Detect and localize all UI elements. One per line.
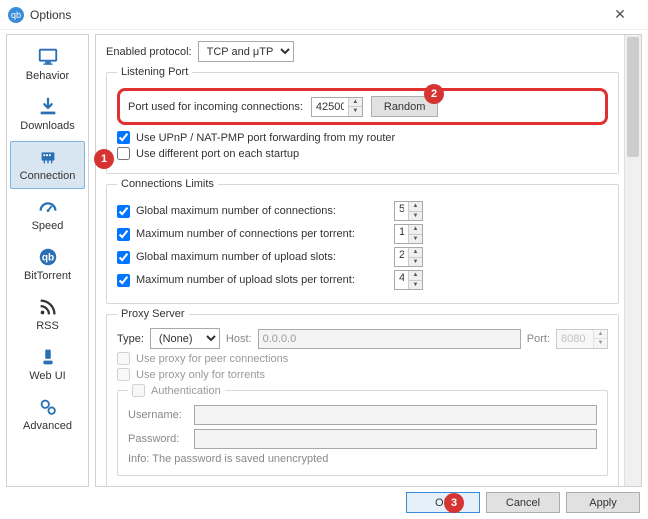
limit-row: Maximum number of upload slots per torre… (117, 270, 608, 290)
limits-legend: Connections Limits (117, 178, 218, 190)
app-logo-icon: qb (8, 7, 24, 23)
scrollbar[interactable] (624, 35, 641, 486)
enabled-protocol-label: Enabled protocol: (106, 46, 192, 58)
rss-icon (35, 296, 61, 318)
sidebar-item-connection[interactable]: Connection (10, 141, 85, 189)
limit3-checkbox[interactable] (117, 251, 130, 264)
password-input[interactable] (194, 429, 597, 449)
dialog-footer: OK Cancel Apply (406, 492, 640, 513)
diffport-checkbox[interactable] (117, 147, 130, 160)
sidebar: Behavior Downloads Connection Speed qb B… (6, 34, 89, 487)
sidebar-label: Speed (32, 220, 64, 232)
proxy-group: Proxy Server Type: (None) Host: Port: ▲▼… (106, 308, 619, 487)
proxy-host-input[interactable] (258, 329, 521, 349)
limit-row: Global maximum number of connections:▲▼ (117, 201, 608, 221)
sidebar-item-bittorrent[interactable]: qb BitTorrent (10, 241, 85, 289)
limit2-spinner[interactable]: ▲▼ (394, 224, 423, 244)
enabled-protocol-select[interactable]: TCP and μTP (198, 41, 294, 62)
sidebar-label: Downloads (20, 120, 74, 132)
listening-port-legend: Listening Port (117, 66, 192, 78)
sidebar-item-downloads[interactable]: Downloads (10, 91, 85, 139)
proxy-peer-checkbox (117, 352, 130, 365)
titlebar: qb Options ✕ (0, 0, 648, 30)
upnp-checkbox[interactable] (117, 131, 130, 144)
proxy-port-label: Port: (527, 333, 550, 345)
spin-up-icon[interactable]: ▲ (349, 98, 362, 108)
proxy-port-spinner[interactable]: ▲▼ (556, 329, 608, 349)
spin-down-icon[interactable]: ▼ (349, 107, 362, 116)
connection-limits-group: Connections Limits Global maximum number… (106, 178, 619, 304)
sidebar-label: BitTorrent (24, 270, 71, 282)
limit3-spinner[interactable]: ▲▼ (394, 247, 423, 267)
svg-text:qb: qb (41, 253, 53, 264)
limit1-spinner[interactable]: ▲▼ (394, 201, 423, 221)
sidebar-item-rss[interactable]: RSS (10, 291, 85, 339)
sidebar-label: RSS (36, 320, 59, 332)
diffport-checkbox-row[interactable]: Use different port on each startup (117, 147, 608, 160)
sidebar-item-speed[interactable]: Speed (10, 191, 85, 239)
download-icon (35, 96, 61, 118)
monitor-icon (35, 46, 61, 68)
window-title: Options (30, 8, 600, 22)
sidebar-item-webui[interactable]: Web UI (10, 341, 85, 389)
close-button[interactable]: ✕ (600, 6, 640, 23)
limit2-checkbox[interactable] (117, 228, 130, 241)
upnp-checkbox-row[interactable]: Use UPnP / NAT-PMP port forwarding from … (117, 131, 608, 144)
gauge-icon (35, 196, 61, 218)
username-input[interactable] (194, 405, 597, 425)
limit1-checkbox[interactable] (117, 205, 130, 218)
port-input[interactable] (312, 98, 348, 116)
annotation-badge-1: 1 (94, 149, 114, 169)
proxy-host-label: Host: (226, 333, 252, 345)
sidebar-item-behavior[interactable]: Behavior (10, 41, 85, 89)
sidebar-label: Behavior (26, 70, 69, 82)
username-label: Username: (128, 409, 188, 421)
port-label: Port used for incoming connections: (128, 101, 303, 113)
bittorrent-icon: qb (35, 246, 61, 268)
proxy-torrent-row: Use proxy only for torrents (117, 368, 608, 381)
gears-icon (35, 396, 61, 418)
auth-group: Authentication Username: Password: Info:… (117, 384, 608, 476)
proxy-type-select[interactable]: (None) (150, 328, 220, 349)
auth-checkbox (132, 384, 145, 397)
auth-row: Authentication (132, 384, 221, 397)
connection-icon (35, 146, 61, 168)
sidebar-label: Advanced (23, 420, 72, 432)
scrollbar-thumb[interactable] (627, 37, 639, 157)
main-panel: Enabled protocol: TCP and μTP Listening … (95, 34, 642, 487)
proxy-peer-row: Use proxy for peer connections (117, 352, 608, 365)
proxy-type-label: Type: (117, 333, 144, 345)
auth-info: Info: The password is saved unencrypted (128, 453, 597, 465)
annotation-badge-3: 3 (444, 493, 464, 513)
annotation-badge-2: 2 (424, 84, 444, 104)
limit-row: Global maximum number of upload slots:▲▼ (117, 247, 608, 267)
port-spinner[interactable]: ▲▼ (311, 97, 363, 117)
password-label: Password: (128, 433, 188, 445)
limit4-checkbox[interactable] (117, 274, 130, 287)
proxy-legend: Proxy Server (117, 308, 189, 320)
listening-port-group: Listening Port Port used for incoming co… (106, 66, 619, 174)
proxy-torrent-checkbox (117, 368, 130, 381)
limit-row: Maximum number of connections per torren… (117, 224, 608, 244)
ok-button[interactable]: OK (406, 492, 480, 513)
sidebar-label: Web UI (29, 370, 65, 382)
port-row-highlight: Port used for incoming connections: ▲▼ R… (117, 88, 608, 125)
sidebar-label: Connection (20, 170, 76, 182)
webui-icon (35, 346, 61, 368)
sidebar-item-advanced[interactable]: Advanced (10, 391, 85, 439)
apply-button[interactable]: Apply (566, 492, 640, 513)
cancel-button[interactable]: Cancel (486, 492, 560, 513)
limit4-spinner[interactable]: ▲▼ (394, 270, 423, 290)
